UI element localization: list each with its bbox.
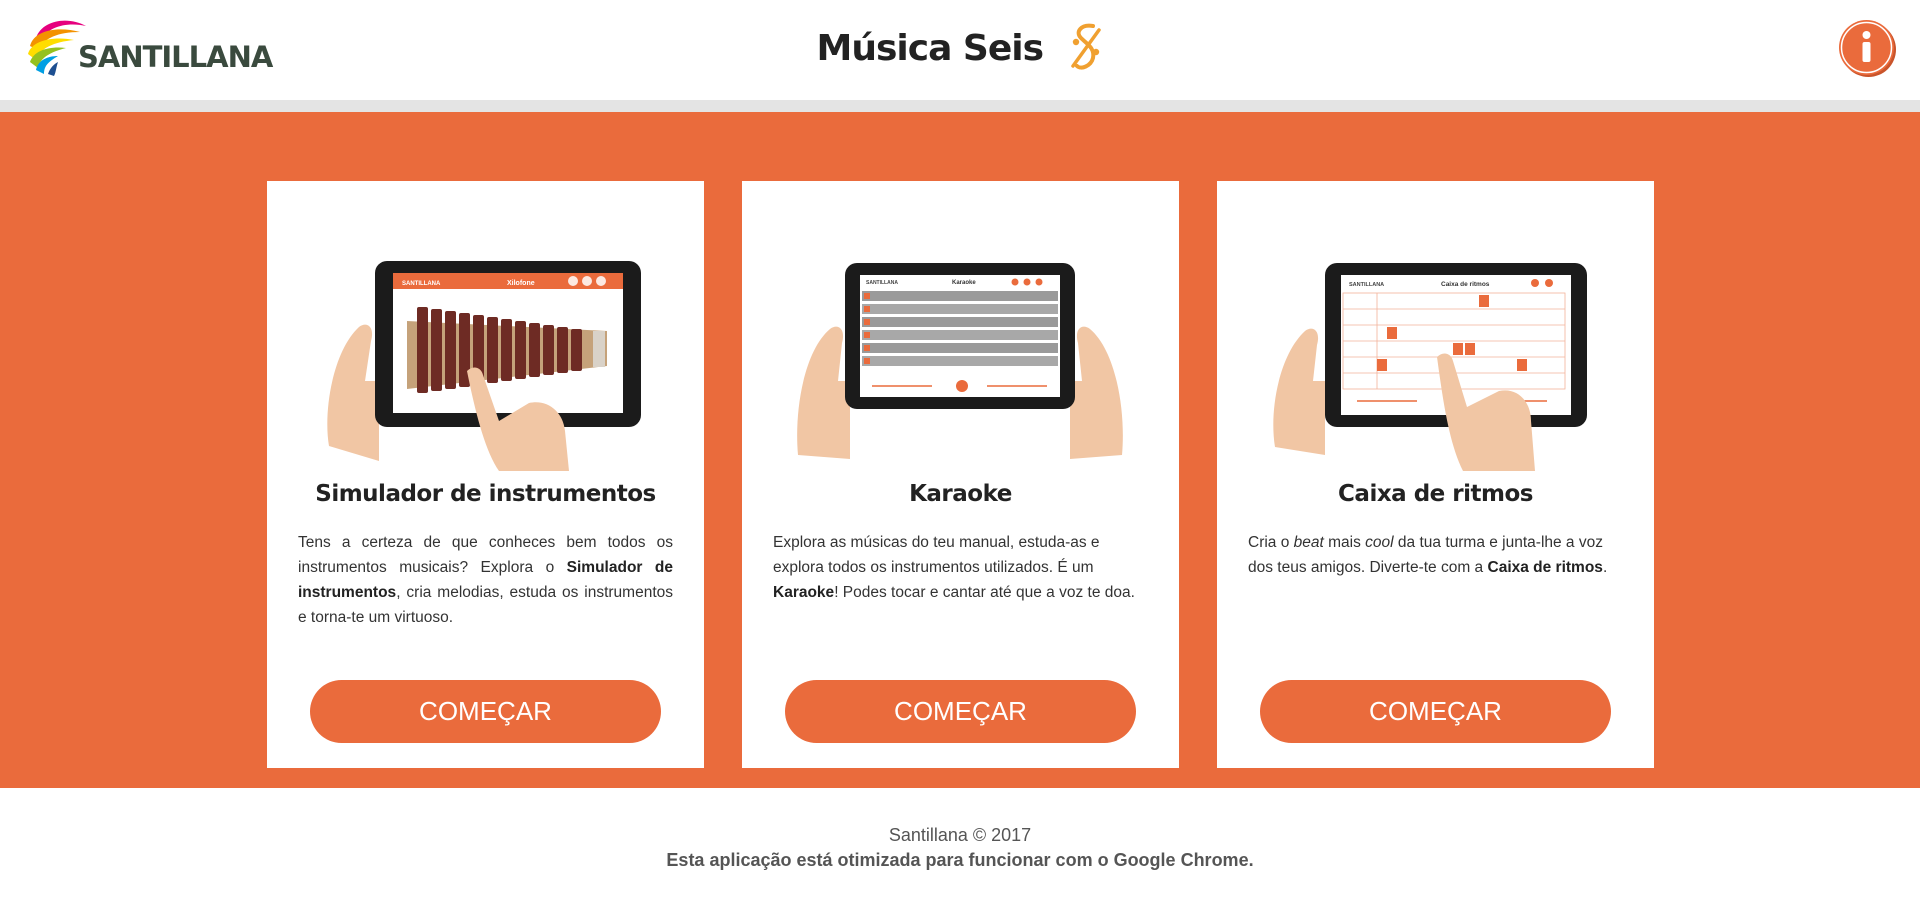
description-run: mais (1323, 534, 1366, 551)
start-button[interactable]: COMEÇAR (1260, 680, 1611, 743)
main-area: SANTILLANA Xilofone Simulador de instrum… (0, 112, 1920, 788)
description-run: cool (1365, 534, 1394, 551)
card-description: Cria o beat mais cool da tua turma e jun… (1248, 530, 1623, 580)
description-run: Explora as músicas do teu manual, estuda… (773, 534, 1100, 576)
tablet-karaoke-illustration: SANTILLANA Karaoke (797, 263, 1123, 459)
footer: Santillana © 2017 Esta aplicação está ot… (0, 788, 1920, 901)
start-button[interactable]: COMEÇAR (310, 680, 661, 743)
screen-brand: SANTILLANA (402, 281, 441, 287)
description-run: Karaoke (773, 584, 835, 601)
header-divider (0, 100, 1920, 112)
card-title: Simulador de instrumentos (315, 481, 656, 507)
segno-icon (1071, 23, 1102, 70)
card-description: Tens a certeza de que conheces bem todos… (298, 530, 673, 630)
screen-title: Karaoke (952, 280, 976, 286)
tablet-rhythm-illustration: SANTILLANA Caixa de ritmos (1273, 263, 1587, 471)
info-icon (1840, 21, 1893, 74)
description-run: ! Podes tocar e cantar até que a voz te … (834, 584, 1135, 601)
screen-title: Caixa de ritmos (1441, 281, 1490, 288)
description-run: Caixa de ritmos (1487, 559, 1603, 576)
screen-brand: SANTILLANA (1349, 282, 1384, 288)
header: SANTILLANA Música Seis (0, 0, 1920, 100)
description-run: Cria o (1248, 534, 1294, 551)
card-karaoke: SANTILLANA Karaoke Karaoke Explora as mú… (742, 181, 1179, 768)
card-description: Explora as músicas do teu manual, estuda… (773, 530, 1148, 605)
browser-note: Esta aplicação está otimizada para funci… (666, 850, 1254, 870)
description-run: . (1602, 559, 1608, 576)
copyright-text: Santillana © 2017 (888, 825, 1032, 845)
card-title: Caixa de ritmos (1338, 481, 1533, 507)
info-button[interactable] (1839, 20, 1894, 75)
card-instrument-simulator: SANTILLANA Xilofone Simulador de instrum… (267, 181, 704, 768)
page-title: Música Seis (816, 27, 1044, 69)
start-button[interactable]: COMEÇAR (785, 680, 1136, 743)
screen-title: Xilofone (507, 280, 535, 287)
card-title: Karaoke (909, 481, 1012, 507)
screen-brand: SANTILLANA (866, 280, 898, 286)
card-rhythm-box: SANTILLANA Caixa de ritmos Caixa de ritm… (1217, 181, 1654, 768)
tablet-xylophone-illustration: SANTILLANA Xilofone (327, 261, 641, 471)
app-title-area: Música Seis (0, 22, 1920, 74)
description-run: beat (1293, 534, 1324, 551)
